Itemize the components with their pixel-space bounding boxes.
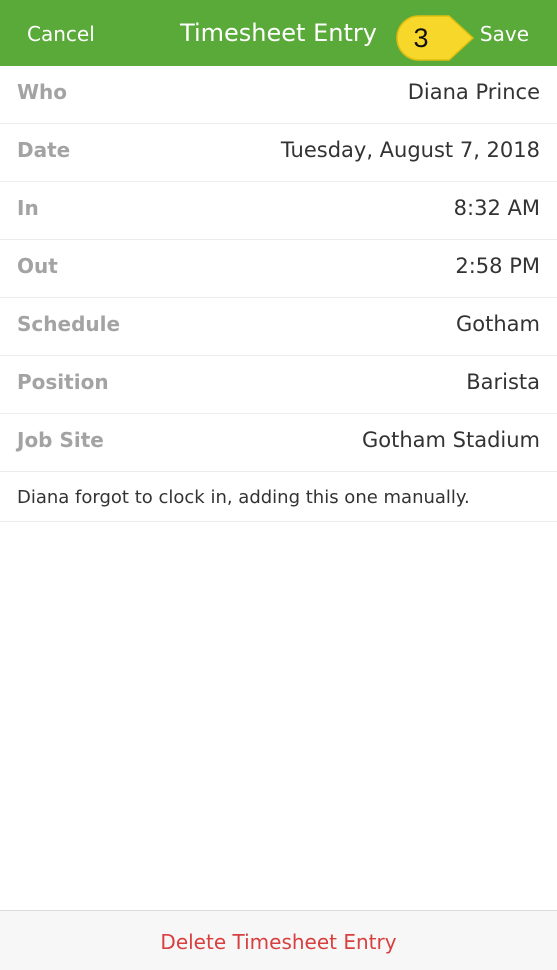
field-value: Diana Prince <box>407 80 540 104</box>
field-row-job-site[interactable]: Job Site Gotham Stadium <box>0 414 557 472</box>
field-row-schedule[interactable]: Schedule Gotham <box>0 298 557 356</box>
field-row-in[interactable]: In 8:32 AM <box>0 182 557 240</box>
step-callout-badge: 3 <box>393 14 477 62</box>
field-label: Job Site <box>17 428 104 452</box>
field-label: In <box>17 196 39 220</box>
entry-form: Who Diana Prince Date Tuesday, August 7,… <box>0 66 557 522</box>
footer-bar: Delete Timesheet Entry <box>0 910 557 970</box>
field-label: Who <box>17 80 68 104</box>
field-label: Out <box>17 254 58 278</box>
note-text: Diana forgot to clock in, adding this on… <box>17 487 470 508</box>
field-value: 2:58 PM <box>455 254 540 278</box>
nav-bar: Cancel Timesheet Entry 3 Save <box>0 0 557 66</box>
field-value: Gotham <box>456 312 540 336</box>
field-row-date[interactable]: Date Tuesday, August 7, 2018 <box>0 124 557 182</box>
field-row-who[interactable]: Who Diana Prince <box>0 66 557 124</box>
timesheet-entry-screen: Cancel Timesheet Entry 3 Save Who Diana … <box>0 0 557 970</box>
field-label: Position <box>17 370 109 394</box>
note-field[interactable]: Diana forgot to clock in, adding this on… <box>0 472 557 522</box>
save-button[interactable]: Save <box>480 22 529 46</box>
field-value: Tuesday, August 7, 2018 <box>280 138 540 162</box>
field-row-position[interactable]: Position Barista <box>0 356 557 414</box>
field-value: Gotham Stadium <box>361 428 540 452</box>
field-value: Barista <box>466 370 540 394</box>
field-value: 8:32 AM <box>453 196 540 220</box>
delete-entry-button[interactable]: Delete Timesheet Entry <box>0 930 557 954</box>
field-label: Schedule <box>17 312 121 336</box>
field-row-out[interactable]: Out 2:58 PM <box>0 240 557 298</box>
field-label: Date <box>17 138 71 162</box>
step-number: 3 <box>413 23 429 53</box>
